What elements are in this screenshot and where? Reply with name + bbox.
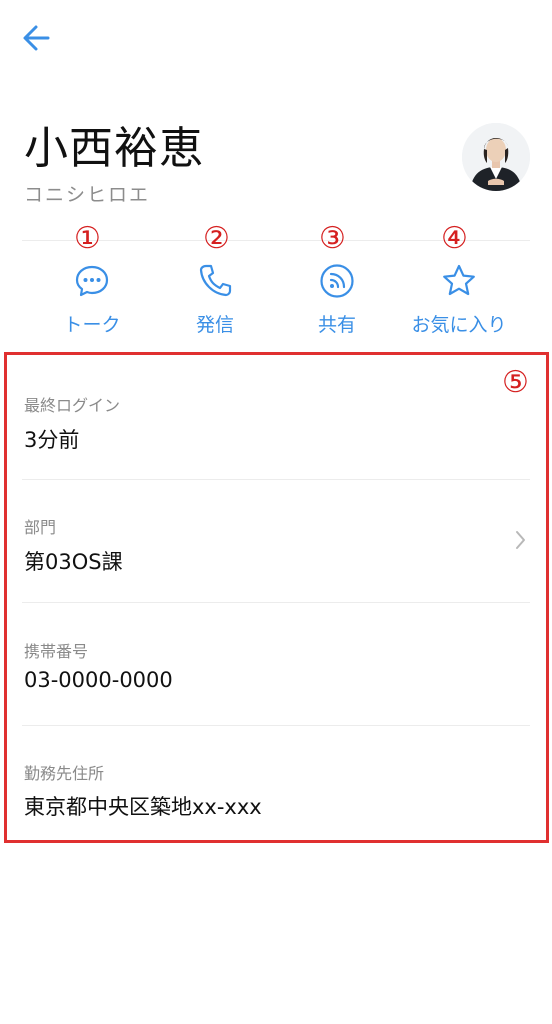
contact-name: 小西裕恵	[24, 123, 204, 174]
talk-action-label: トーク	[63, 314, 121, 336]
call-action-button[interactable]: 発信	[155, 262, 275, 337]
chat-bubble-icon	[75, 265, 109, 297]
annotation-marker-1: ①	[74, 221, 101, 256]
divider	[22, 602, 530, 603]
call-action-label: 発信	[195, 314, 234, 336]
field-value-work-address[interactable]: 東京都中央区築地xx-xxx	[24, 791, 262, 821]
back-button[interactable]	[18, 20, 56, 56]
annotation-marker-5: ⑤	[502, 365, 529, 400]
field-value-mobile[interactable]: 03-0000-0000	[24, 668, 173, 692]
field-label-department[interactable]: 部門	[24, 514, 56, 538]
contact-name-kana: コニシヒロエ	[24, 184, 151, 206]
divider	[22, 479, 530, 480]
share-action-label: 共有	[317, 314, 356, 336]
phone-icon	[199, 264, 232, 297]
avatar	[462, 123, 530, 191]
annotation-marker-2: ②	[203, 221, 230, 256]
divider	[22, 725, 530, 726]
annotation-marker-4: ④	[441, 221, 468, 256]
field-value-last-login: 3分前	[24, 428, 80, 452]
share-feed-icon	[320, 264, 354, 298]
chevron-right-icon[interactable]	[512, 528, 528, 552]
field-label-last-login: 最終ログイン	[24, 396, 121, 415]
share-action-button[interactable]: 共有	[277, 262, 397, 337]
field-value-department[interactable]: 第03OS課	[24, 546, 123, 576]
favorite-action-label: お気に入り	[411, 314, 507, 336]
field-label-work-address: 勤務先住所	[24, 764, 105, 783]
arrow-left-icon	[23, 25, 50, 51]
annotation-marker-3: ③	[319, 221, 346, 256]
field-label-mobile: 携帯番号	[24, 642, 89, 661]
talk-action-button[interactable]: トーク	[32, 262, 152, 337]
star-icon	[443, 264, 475, 296]
favorite-action-button[interactable]: お気に入り	[399, 262, 519, 337]
